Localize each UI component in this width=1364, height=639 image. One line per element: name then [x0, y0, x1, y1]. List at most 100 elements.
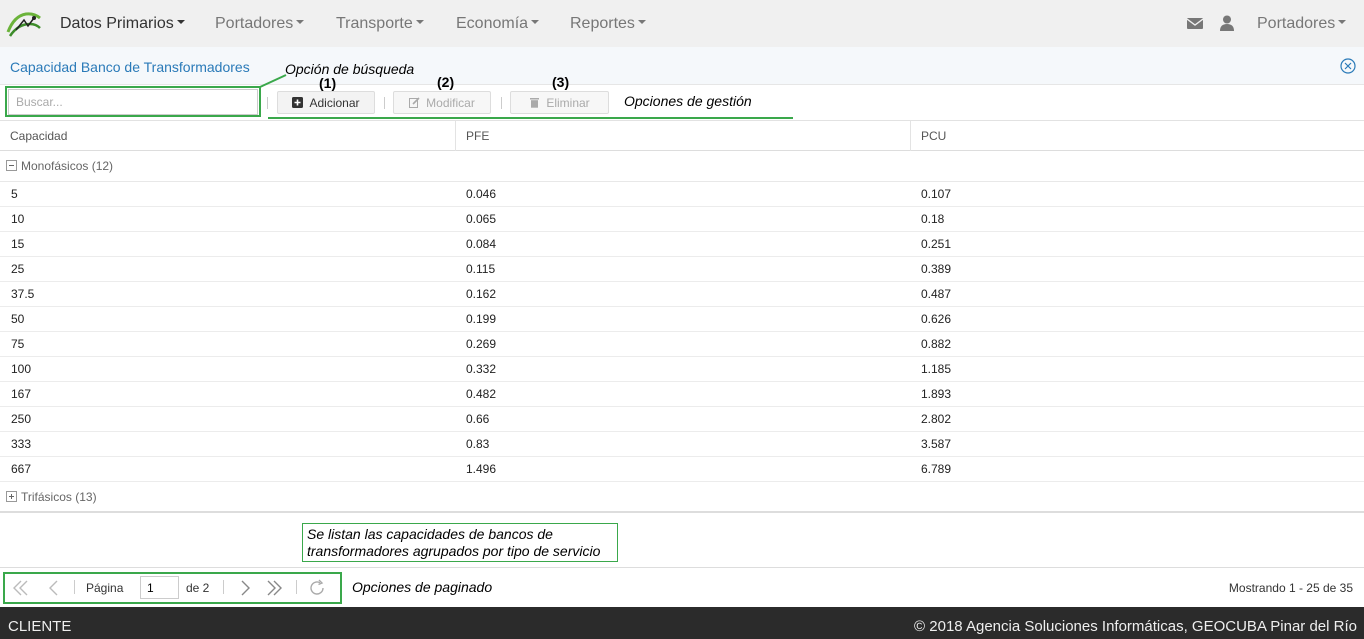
cell-pfe: 0.332 [466, 362, 497, 376]
cell-pcu: 6.789 [921, 462, 952, 476]
panel-header: Capacidad Banco de Transformadores [0, 47, 1364, 85]
copyright-text: © 2018 Agencia Soluciones Informáticas, … [914, 618, 1357, 635]
management-annotation: Opciones de gestión [624, 93, 752, 109]
cell-pcu: 0.107 [921, 187, 952, 201]
cell-capacidad: 5 [11, 187, 18, 201]
group-label: Trifásicos (13) [21, 490, 97, 504]
toolbar-divider [267, 97, 268, 109]
cell-pcu: 0.487 [921, 287, 952, 301]
table-row[interactable]: 15 0.084 0.251 [0, 232, 1364, 257]
nav-label: Portadores [215, 15, 294, 32]
caret-down-icon [531, 20, 540, 25]
annotation-number-1: (1) [319, 75, 337, 91]
table-row[interactable]: 167 0.482 1.893 [0, 382, 1364, 407]
search-highlight-box [5, 86, 261, 117]
edit-icon [409, 97, 420, 108]
cell-pfe: 0.065 [466, 212, 497, 226]
edit-button[interactable]: Modificar [393, 91, 491, 114]
annotation-connector [259, 74, 287, 88]
grid-body: 5 0.046 0.107 10 0.065 0.18 15 0.084 0.251 25 0… [0, 182, 1364, 482]
user-menu-label: Portadores [1257, 15, 1336, 32]
edit-button-label: Modificar [426, 95, 475, 110]
caret-down-icon [1338, 20, 1347, 25]
cell-capacidad: 75 [11, 337, 25, 351]
cell-pcu: 0.251 [921, 237, 952, 251]
column-header-pfe[interactable]: PFE [456, 121, 911, 151]
table-row[interactable]: 75 0.269 0.882 [0, 332, 1364, 357]
cell-pcu: 0.18 [921, 212, 945, 226]
cell-pfe: 0.084 [466, 237, 497, 251]
add-button[interactable]: Adicionar [277, 91, 375, 114]
cell-pfe: 0.046 [466, 187, 497, 201]
nav-label: Economía [456, 15, 529, 32]
cell-capacidad: 333 [11, 437, 32, 451]
cell-pcu: 0.389 [921, 262, 952, 276]
cell-pfe: 0.83 [466, 437, 490, 451]
user-icon[interactable] [1219, 15, 1235, 31]
grid-header: Capacidad PFE PCU [0, 121, 1364, 151]
cell-pcu: 1.185 [921, 362, 952, 376]
group-header-trifasicos[interactable]: Trifásicos (13) [0, 482, 1364, 513]
expand-icon[interactable] [6, 491, 17, 503]
table-row[interactable]: 5 0.046 0.107 [0, 182, 1364, 207]
nav-reportes[interactable]: Reportes [570, 0, 646, 47]
envelope-icon[interactable] [1187, 15, 1203, 31]
table-row[interactable]: 333 0.83 3.587 [0, 432, 1364, 457]
cell-pcu: 3.587 [921, 437, 952, 451]
plus-square-icon [292, 97, 304, 108]
cell-pcu: 0.626 [921, 312, 952, 326]
table-row[interactable]: 100 0.332 1.185 [0, 357, 1364, 382]
column-header-capacidad[interactable]: Capacidad [0, 121, 456, 151]
toolbar-divider [384, 97, 385, 109]
paging-highlight-box [3, 572, 342, 604]
toolbar-divider [501, 97, 502, 109]
nav-economia[interactable]: Economía [456, 0, 540, 47]
cell-capacidad: 15 [11, 237, 25, 251]
cell-capacidad: 167 [11, 387, 32, 401]
list-annotation: Se listan las capacidades de bancos de t… [302, 523, 618, 562]
cell-pfe: 0.162 [466, 287, 497, 301]
trash-icon [530, 98, 540, 108]
annotation-number-2: (2) [437, 74, 455, 90]
top-navbar: Datos Primarios Portadores Transporte Ec… [0, 0, 1364, 47]
delete-button-label: Eliminar [546, 95, 590, 110]
cell-pfe: 0.269 [466, 337, 497, 351]
cell-pfe: 0.199 [466, 312, 497, 326]
table-row[interactable]: 667 1.496 6.789 [0, 457, 1364, 482]
table-row[interactable]: 50 0.199 0.626 [0, 307, 1364, 332]
delete-button[interactable]: Eliminar [510, 91, 609, 114]
table-row[interactable]: 250 0.66 2.802 [0, 407, 1364, 432]
user-menu[interactable]: Portadores [1257, 0, 1347, 47]
management-underline [268, 117, 793, 119]
close-circle-icon[interactable] [1340, 58, 1356, 74]
group-label: Monofásicos (12) [21, 159, 114, 173]
table-row[interactable]: 25 0.115 0.389 [0, 257, 1364, 282]
column-header-pcu[interactable]: PCU [911, 121, 1364, 151]
nav-datos-primarios[interactable]: Datos Primarios [60, 0, 185, 47]
caret-down-icon [415, 20, 424, 25]
cell-pfe: 0.66 [466, 412, 490, 426]
cell-capacidad: 667 [11, 462, 32, 476]
cell-pcu: 2.802 [921, 412, 952, 426]
collapse-icon[interactable] [6, 160, 17, 172]
annotation-number-3: (3) [552, 74, 570, 90]
cell-capacidad: 50 [11, 312, 25, 326]
table-row[interactable]: 37.5 0.162 0.487 [0, 282, 1364, 307]
app-logo-icon[interactable] [4, 6, 44, 40]
nav-label: Transporte [336, 15, 413, 32]
cell-pfe: 1.496 [466, 462, 497, 476]
caret-down-icon [637, 20, 646, 25]
cell-pfe: 0.115 [466, 262, 496, 276]
cell-capacidad: 25 [11, 262, 25, 276]
search-annotation: Opción de búsqueda [285, 61, 415, 77]
caret-down-icon [296, 20, 305, 25]
bottom-status-bar: CLIENTE © 2018 Agencia Soluciones Inform… [0, 607, 1364, 639]
nav-portadores[interactable]: Portadores [215, 0, 305, 47]
table-row[interactable]: 10 0.065 0.18 [0, 207, 1364, 232]
group-header-monofasicos[interactable]: Monofásicos (12) [0, 151, 1364, 182]
cell-capacidad: 100 [11, 362, 32, 376]
nav-transporte[interactable]: Transporte [336, 0, 424, 47]
cell-pcu: 1.893 [921, 387, 952, 401]
cell-pfe: 0.482 [466, 387, 497, 401]
paging-annotation: Opciones de paginado [352, 579, 493, 595]
